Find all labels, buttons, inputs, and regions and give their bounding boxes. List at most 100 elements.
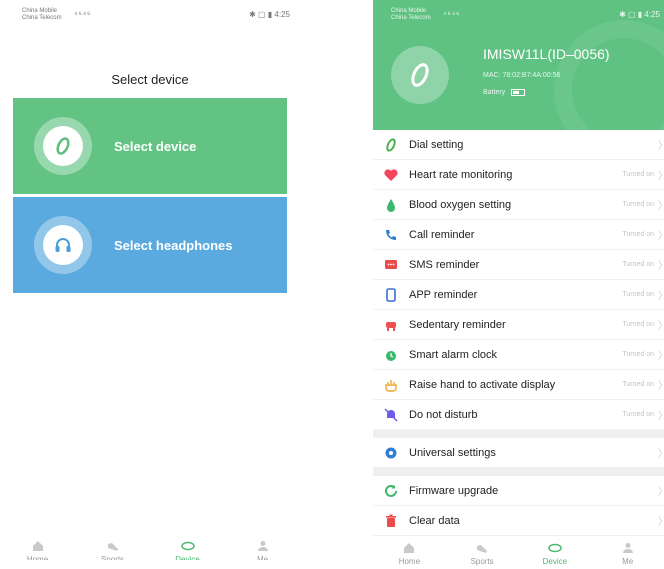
menu-item-label: Sedentary reminder (409, 318, 506, 331)
user-icon (622, 543, 633, 553)
shoe-icon (107, 543, 118, 551)
menu-item-universal-settings[interactable]: Universal settings 〉 (373, 438, 664, 468)
headphones-icon (34, 216, 92, 274)
user-icon (257, 541, 268, 551)
status-bar: China Mobile China Telecom ⁴⁶⁴⁶ ✱ ▢ ▮ 4:… (391, 8, 660, 24)
app-icon (383, 287, 399, 303)
trash-icon (383, 513, 399, 529)
device-name: IMISW11L(ID–0056) (483, 46, 610, 62)
menu-item-status: Turned on (622, 291, 654, 298)
chevron-right-icon: 〉 (658, 377, 664, 392)
menu-item-status: Turned on (622, 321, 654, 328)
phone-icon (383, 227, 399, 243)
device-header: China Mobile China Telecom ⁴⁶⁴⁶ ✱ ▢ ▮ 4:… (373, 0, 664, 130)
menu-item-firmware-upgrade[interactable]: Firmware upgrade 〉 (373, 476, 664, 506)
tab-sports[interactable]: Sports (88, 539, 138, 560)
menu-item-raise-hand-to-activate-display[interactable]: Raise hand to activate display Turned on 〉 (373, 370, 664, 400)
menu-item-status: Turned on (622, 381, 654, 388)
hand-icon (383, 377, 399, 393)
signal-icon: ⁴⁶⁴⁶ (74, 10, 92, 19)
page-title: Select device (111, 72, 189, 87)
seat-icon (383, 317, 399, 333)
menu-item-label: Heart rate monitoring (409, 168, 513, 181)
tab-device[interactable]: Device (530, 541, 580, 566)
menu-item-app-reminder[interactable]: APP reminder Turned on 〉 (373, 280, 664, 310)
chevron-right-icon: 〉 (658, 257, 664, 272)
carrier-info: China Mobile China Telecom (391, 8, 431, 22)
menu-item-label: SMS reminder (409, 258, 480, 271)
tab-sports[interactable]: Sports (457, 541, 507, 566)
menu-item-heart-rate-monitoring[interactable]: Heart rate monitoring Turned on 〉 (373, 160, 664, 190)
status-time: ✱ ▢ ▮ 4:25 (249, 10, 290, 19)
refresh-icon (383, 483, 399, 499)
battery-icon (511, 89, 526, 96)
menu-item-label: Raise hand to activate display (409, 378, 556, 391)
bottom-tab-bar: Home Sports Device Me (0, 533, 300, 569)
tab-device[interactable]: Device (163, 539, 213, 560)
chevron-right-icon: 〉 (658, 167, 664, 182)
menu-item-label: Call reminder (409, 228, 475, 241)
heart-icon (383, 167, 399, 183)
menu-separator (373, 430, 664, 438)
chevron-right-icon: 〉 (658, 445, 664, 460)
signal-icon: ⁴⁶⁴⁶ (443, 10, 461, 19)
chevron-right-icon: 〉 (658, 197, 664, 212)
carrier-line-2: China Telecom (22, 15, 62, 21)
chevron-right-icon: 〉 (658, 137, 664, 152)
menu-item-call-reminder[interactable]: Call reminder Turned on 〉 (373, 220, 664, 250)
status-bar: China Mobile China Telecom ⁴⁶⁴⁶ ✱ ▢ ▮ 4:… (22, 8, 290, 24)
home-icon (404, 543, 415, 553)
band-icon (548, 543, 562, 553)
chevron-right-icon: 〉 (658, 287, 664, 302)
menu-item-sedentary-reminder[interactable]: Sedentary reminder Turned on 〉 (373, 310, 664, 340)
select-headphones-label: Select headphones (114, 237, 233, 253)
menu-item-blood-oxygen-setting[interactable]: Blood oxygen setting Turned on 〉 (373, 190, 664, 220)
tab-me[interactable]: Me (603, 541, 653, 566)
select-device-label: Select device (114, 138, 197, 154)
status-time: ✱ ▢ ▮ 4:25 (619, 10, 660, 19)
select-device-screen: China Mobile China Telecom ⁴⁶⁴⁶ ✱ ▢ ▮ 4:… (0, 0, 300, 569)
menu-item-label: Smart alarm clock (409, 348, 498, 361)
sms-icon (383, 257, 399, 273)
header-decoration (554, 20, 664, 130)
menu-item-status: Turned on (622, 201, 654, 208)
dial-icon (383, 137, 399, 153)
carrier-line-1: China Mobile (391, 8, 427, 14)
select-headphones-card[interactable]: Select headphones (13, 197, 287, 293)
tab-home[interactable]: Home (13, 539, 63, 560)
menu-item-clear-data[interactable]: Clear data 〉 (373, 506, 664, 536)
chevron-right-icon: 〉 (658, 407, 664, 422)
menu-item-label: Clear data (409, 514, 460, 527)
home-icon (32, 541, 43, 551)
device-battery: Battery (483, 89, 526, 96)
tab-me[interactable]: Me (238, 539, 288, 560)
menu-item-smart-alarm-clock[interactable]: Smart alarm clock Turned on 〉 (373, 340, 664, 370)
menu-item-do-not-disturb[interactable]: Do not disturb Turned on 〉 (373, 400, 664, 430)
tab-home[interactable]: Home (384, 541, 434, 566)
menu-item-status: Turned on (622, 351, 654, 358)
settings-menu: Dial setting 〉 Heart rate monitoring Turned… (373, 130, 664, 536)
carrier-info: China Mobile China Telecom (22, 8, 62, 22)
menu-item-sms-reminder[interactable]: SMS reminder Turned on 〉 (373, 250, 664, 280)
battery-label: Battery (483, 89, 506, 96)
chevron-right-icon: 〉 (658, 317, 664, 332)
menu-item-label: Firmware upgrade (409, 484, 499, 497)
alarm-icon (383, 347, 399, 363)
menu-item-status: Turned on (622, 231, 654, 238)
carrier-line-1: China Mobile (22, 8, 58, 14)
menu-separator (373, 468, 664, 476)
select-device-card[interactable]: Select device (13, 98, 287, 194)
device-avatar (391, 46, 449, 104)
shoe-icon (477, 545, 488, 553)
menu-item-status: Turned on (622, 261, 654, 268)
menu-item-status: Turned on (622, 411, 654, 418)
chevron-right-icon: 〉 (658, 227, 664, 242)
carrier-line-2: China Telecom (391, 15, 431, 21)
bottom-tab-bar: Home Sports Device Me (373, 535, 664, 569)
chevron-right-icon: 〉 (658, 483, 664, 498)
menu-item-label: APP reminder (409, 288, 478, 301)
gear-icon (383, 445, 399, 461)
device-mac: MAC: 78:02:B7:4A:00:56 (483, 72, 561, 79)
menu-item-dial-setting[interactable]: Dial setting 〉 (373, 130, 664, 160)
status-icons: ✱ ▢ ▮ (619, 10, 645, 19)
